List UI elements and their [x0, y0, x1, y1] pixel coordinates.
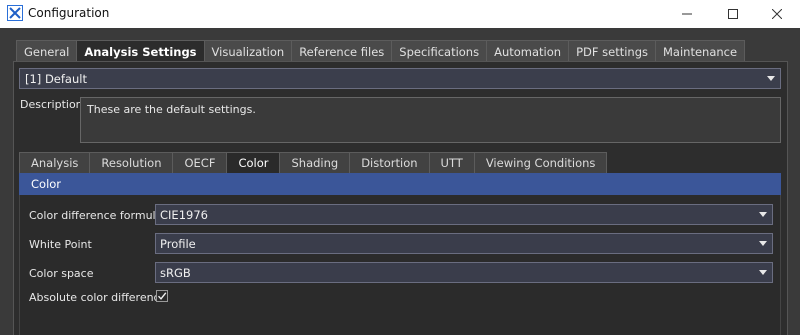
- white-point-value: Profile: [160, 237, 196, 251]
- chevron-down-icon: [759, 212, 767, 217]
- tab-analysis[interactable]: Analysis: [19, 152, 91, 173]
- tab-maintenance[interactable]: Maintenance: [655, 40, 746, 62]
- tab-pdf-settings[interactable]: PDF settings: [568, 40, 656, 62]
- chevron-down-icon: [759, 270, 767, 275]
- title-bar: Configuration: [0, 0, 800, 28]
- color-space-value: sRGB: [160, 266, 191, 280]
- sub-tab-bar: Analysis Resolution OECF Color Shading D…: [19, 152, 608, 173]
- close-button[interactable]: [754, 0, 800, 28]
- description-label: Description: [20, 98, 83, 111]
- tab-reference-files[interactable]: Reference files: [291, 40, 393, 62]
- absolute-color-difference-label: Absolute color difference: [29, 291, 167, 304]
- tab-distortion[interactable]: Distortion: [349, 152, 430, 173]
- x-logo-icon: [7, 5, 23, 21]
- color-difference-formula-label: Color difference formula: [29, 209, 163, 222]
- tab-utt[interactable]: UTT: [428, 152, 475, 173]
- minimize-button[interactable]: [664, 0, 710, 28]
- tab-visualization[interactable]: Visualization: [203, 40, 293, 62]
- chevron-down-icon: [759, 241, 767, 246]
- description-field[interactable]: These are the default settings.: [80, 97, 781, 143]
- tab-color[interactable]: Color: [226, 152, 281, 173]
- tab-oecf[interactable]: OECF: [172, 152, 228, 173]
- tab-shading[interactable]: Shading: [279, 152, 351, 173]
- color-difference-formula-value: CIE1976: [160, 208, 208, 222]
- tab-general[interactable]: General: [16, 40, 78, 62]
- tab-automation[interactable]: Automation: [486, 40, 570, 62]
- tab-resolution[interactable]: Resolution: [89, 152, 174, 173]
- absolute-color-difference-checkbox[interactable]: [156, 290, 168, 302]
- color-space-label: Color space: [29, 267, 94, 280]
- tab-viewing-conditions[interactable]: Viewing Conditions: [473, 152, 608, 173]
- color-difference-formula-select[interactable]: CIE1976: [155, 204, 773, 225]
- color-space-select[interactable]: sRGB: [155, 262, 773, 283]
- chevron-down-icon: [767, 76, 775, 81]
- tab-analysis-settings[interactable]: Analysis Settings: [76, 40, 205, 62]
- window-title: Configuration: [28, 6, 110, 20]
- profile-select[interactable]: [1] Default: [19, 68, 781, 89]
- white-point-label: White Point: [29, 238, 92, 251]
- checkmark-icon: [157, 292, 167, 300]
- tab-specifications[interactable]: Specifications: [391, 40, 488, 62]
- white-point-select[interactable]: Profile: [155, 233, 773, 254]
- section-header: Color: [19, 173, 781, 195]
- profile-select-value: [1] Default: [25, 72, 87, 86]
- main-tab-bar: General Analysis Settings Visualization …: [16, 40, 746, 62]
- maximize-button[interactable]: [710, 0, 756, 28]
